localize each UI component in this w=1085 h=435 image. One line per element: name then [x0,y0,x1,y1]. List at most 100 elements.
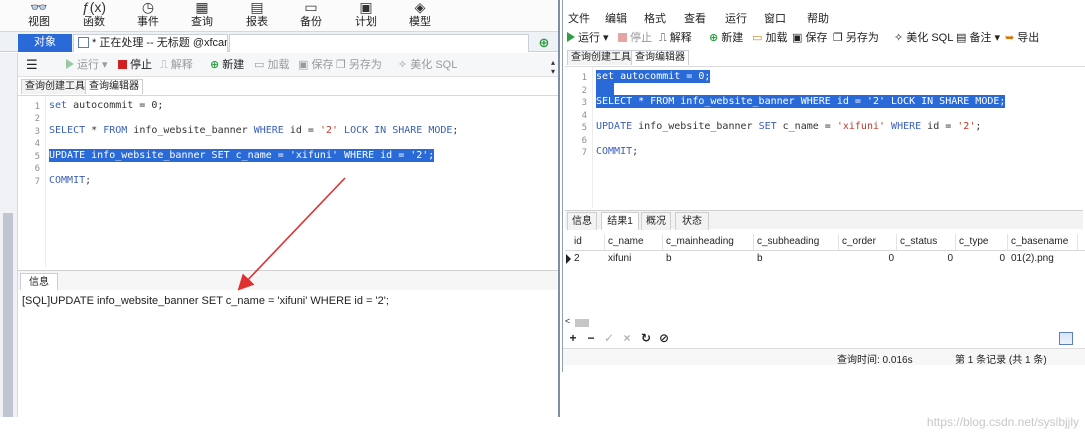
folder-icon: ▭ [752,32,766,44]
tab-query-editor[interactable]: 查询编辑器 [85,79,143,94]
right-save-as-button[interactable]: ❐ 另存为 [833,30,879,46]
line-number: 5 [581,123,587,133]
discard-changes-icon[interactable]: × [621,331,633,345]
toolbar-view-button[interactable]: 👓 视图 [16,0,62,32]
toolbar-event-button[interactable]: ◷ 事件 [125,0,171,32]
tab-result1[interactable]: 结果1 [601,212,639,230]
col-header-c-subheading[interactable]: c_subheading [754,234,839,250]
horizontal-scrollbar[interactable]: < [565,316,1083,328]
table-cell[interactable]: 0 [897,251,956,267]
right-beautify-sql-button[interactable]: ✧ 美化 SQL [894,30,953,46]
new-query-tab-icon[interactable]: ⊕ [536,35,552,50]
query-toolbar: ☰ 运行 ▾ 停止 ⎍ 解释 ⊕ 新建 ▭ 加载 ▣ 保存 ❐ 另存为 ✧ 美化… [18,53,558,77]
col-header-c-type[interactable]: c_type [956,234,1008,250]
right-code-line-5: UPDATE info_website_banner SET c_name = … [596,121,982,132]
right-tab-query-builder[interactable]: 查询创建工具 [567,50,635,65]
stop-button[interactable]: 停止 [118,57,152,73]
right-new-button[interactable]: ⊕ 新建 [709,30,743,46]
menu-help[interactable]: 帮助 [807,10,829,26]
menu-window[interactable]: 窗口 [764,10,786,26]
tab-objects[interactable]: 对象 [18,34,72,52]
main-toolbar: 👓 视图 ƒ(x) 函数 ◷ 事件 ▦ 查询 ▤ 报表 ▭ 备份 ▣ 计划 ◈ [0,0,558,32]
run-button[interactable]: 运行 ▾ [66,57,108,73]
code-line-1: set autocommit = 0; [49,100,164,111]
result-grid[interactable]: id c_name c_mainheading c_subheading c_o… [565,230,1085,320]
table-cell[interactable]: 2 [571,251,605,267]
line-number: 7 [581,148,587,158]
toolbar-model-button[interactable]: ◈ 模型 [397,0,443,32]
toolbar-backup-button[interactable]: ▭ 备份 [288,0,334,32]
menu-file[interactable]: 文件 [568,10,590,26]
table-cell[interactable]: b [663,251,754,267]
status-records: 第 1 条记录 (共 1 条) [955,355,1047,366]
right-sql-editor[interactable]: 1 2 3 4 5 6 7 set autocommit = 0; SELECT… [565,66,1085,208]
col-header-c-order[interactable]: c_order [839,234,897,250]
right-explain-button[interactable]: ⎍ 解释 [659,30,692,46]
beautify-sql-button[interactable]: ✧ 美化 SQL [398,57,457,73]
right-code-line-2-selected [596,83,615,96]
explain-button[interactable]: ⎍ 解释 [160,57,193,73]
right-save-button[interactable]: ▣ 保存 [792,30,827,46]
table-cell[interactable]: 0 [956,251,1008,267]
tab-info[interactable]: 信息 [20,273,58,291]
editor-tab-row: 查询创建工具 查询编辑器 [18,78,558,94]
col-header-c-mainheading[interactable]: c_mainheading [663,234,754,250]
apply-changes-icon[interactable]: ✓ [603,331,615,345]
right-export-button[interactable]: ➥ 导出 [1005,30,1039,46]
right-code-line-1-selected: set autocommit = 0; [596,70,711,83]
save-as-button[interactable]: ❐ 另存为 [336,57,382,73]
report-icon: ▤ [250,0,264,15]
stop-refresh-icon[interactable]: ⊘ [658,331,670,345]
line-number: 1 [581,73,587,83]
col-header-c-status[interactable]: c_status [897,234,956,250]
right-run-button[interactable]: 运行 ▾ [567,30,609,46]
grid-view-icon[interactable] [1059,332,1073,345]
hamburger-menu-icon[interactable]: ☰ [26,57,38,73]
menu-run[interactable]: 运行 [725,10,747,26]
table-cell[interactable]: 01(2).png [1008,251,1078,267]
save-button[interactable]: ▣ 保存 [298,57,333,73]
tab-query-builder[interactable]: 查询创建工具 [21,79,89,94]
tab-profile[interactable]: 概况 [641,212,671,230]
toolbar-schedule-button[interactable]: ▣ 计划 [343,0,389,32]
col-header-c-name[interactable]: c_name [605,234,663,250]
scroll-thumb[interactable] [575,319,589,327]
toolbar-overflow-arrows-icon[interactable]: ▴ ▾ [549,58,557,80]
right-stop-button[interactable]: 停止 [618,30,652,46]
toolbar-report-button[interactable]: ▤ 报表 [234,0,280,32]
code-line-7: COMMIT; [49,175,92,186]
sql-editor[interactable]: 1 2 3 4 5 6 7 set autocommit = 0; SELECT… [18,95,558,267]
table-cell[interactable]: b [754,251,839,267]
tab-info[interactable]: 信息 [567,212,597,230]
refresh-icon[interactable]: ↻ [640,331,652,345]
right-load-button[interactable]: ▭ 加载 [752,30,787,46]
menu-edit[interactable]: 编辑 [605,10,627,26]
load-button[interactable]: ▭ 加载 [254,57,289,73]
new-query-icon: ⊕ [210,59,223,71]
message-panel: [SQL]UPDATE info_website_banner SET c_na… [18,290,558,417]
menu-view[interactable]: 查看 [684,10,706,26]
tab-untitled-query[interactable]: * 正在处理 -- 无标题 @xfcam... [73,34,228,52]
table-cell[interactable]: 0 [839,251,897,267]
tab-status[interactable]: 状态 [675,212,709,230]
line-number-gutter: 1 2 3 4 5 6 7 [18,96,46,267]
side-panel-scrollbar[interactable] [3,213,13,417]
table-cell[interactable]: xifuni [605,251,663,267]
col-header-c-basename[interactable]: c_basename [1008,234,1078,250]
scroll-left-icon[interactable]: < [565,316,570,326]
left-side-panel [0,53,18,417]
toolbar-function-button[interactable]: ƒ(x) 函数 [71,0,117,32]
menu-format[interactable]: 格式 [644,10,666,26]
note-icon: ▤ [956,32,970,44]
magic-wand-icon: ✧ [894,32,907,44]
calendar-icon: ▣ [359,0,373,15]
right-note-button[interactable]: ▤ 备注 ▾ [956,30,1000,46]
right-tab-query-editor[interactable]: 查询编辑器 [631,50,689,65]
delete-record-icon[interactable]: − [585,331,597,345]
save-icon: ▣ [298,59,312,71]
add-record-icon[interactable]: + [567,331,579,345]
right-code-line-3-selected: SELECT * FROM info_website_banner WHERE … [596,95,1006,108]
new-button[interactable]: ⊕ 新建 [210,57,244,73]
toolbar-query-button[interactable]: ▦ 查询 [179,0,225,32]
col-header-id[interactable]: id [571,234,605,250]
